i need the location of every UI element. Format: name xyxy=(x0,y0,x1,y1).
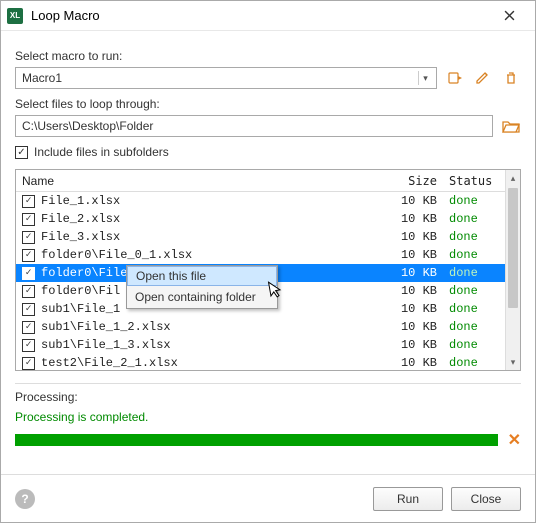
titlebar: XL Loop Macro xyxy=(1,1,535,31)
include-subfolders-label: Include files in subfolders xyxy=(34,145,169,159)
app-icon: XL xyxy=(7,8,23,24)
row-size: 10 KB xyxy=(393,320,443,334)
row-status: done xyxy=(443,212,505,226)
row-size: 10 KB xyxy=(393,284,443,298)
table-row[interactable]: ✓ folder0\File_0_1.xlsx10 KBdone xyxy=(16,246,505,264)
row-status: done xyxy=(443,356,505,370)
processing-status: Processing is completed. xyxy=(15,410,521,424)
row-checkbox[interactable]: ✓ xyxy=(22,339,35,352)
row-filename: sub1\File_1_2.xlsx xyxy=(41,320,393,334)
folder-path-value: C:\Users\Desktop\Folder xyxy=(22,119,153,133)
scroll-down-button[interactable]: ▾ xyxy=(506,354,520,370)
row-checkbox[interactable]: ✓ xyxy=(22,231,35,244)
table-row[interactable]: ✓ File_1.xlsx10 KBdone xyxy=(16,192,505,210)
row-filename: File_1.xlsx xyxy=(41,194,393,208)
run-selected-macro-button[interactable] xyxy=(445,68,465,88)
row-checkbox[interactable]: ✓ xyxy=(22,267,35,280)
row-checkbox[interactable]: ✓ xyxy=(22,249,35,262)
row-status: done xyxy=(443,248,505,262)
table-row[interactable]: ✓ File_2.xlsx10 KBdone xyxy=(16,210,505,228)
row-size: 10 KB xyxy=(393,212,443,226)
include-subfolders-checkbox[interactable]: ✓ xyxy=(15,146,28,159)
row-size: 10 KB xyxy=(393,266,443,280)
row-filename: folder0\File_0_1.xlsx xyxy=(41,248,393,262)
row-size: 10 KB xyxy=(393,338,443,352)
dialog-footer: ? Run Close xyxy=(1,474,535,522)
edit-macro-button[interactable] xyxy=(473,68,493,88)
scroll-up-button[interactable]: ▴ xyxy=(506,170,520,186)
row-status: done xyxy=(443,302,505,316)
row-checkbox[interactable]: ✓ xyxy=(22,213,35,226)
row-checkbox[interactable]: ✓ xyxy=(22,285,35,298)
divider xyxy=(15,383,521,384)
folder-path-input[interactable]: C:\Users\Desktop\Folder xyxy=(15,115,493,137)
column-size[interactable]: Size xyxy=(393,174,443,188)
table-row[interactable]: ✓ sub1\File_1_3.xlsx10 KBdone xyxy=(16,336,505,354)
context-menu-open-folder[interactable]: Open containing folder xyxy=(127,286,277,308)
row-checkbox[interactable]: ✓ xyxy=(22,195,35,208)
help-button[interactable]: ? xyxy=(15,489,35,509)
delete-macro-button[interactable] xyxy=(501,68,521,88)
macro-select-value: Macro1 xyxy=(22,71,62,85)
row-status: done xyxy=(443,320,505,334)
macro-select-label: Select macro to run: xyxy=(15,49,521,63)
row-filename: File_2.xlsx xyxy=(41,212,393,226)
column-status[interactable]: Status xyxy=(443,174,505,188)
row-status: done xyxy=(443,338,505,352)
row-size: 10 KB xyxy=(393,302,443,316)
chevron-down-icon: ▾ xyxy=(418,71,432,85)
row-status: done xyxy=(443,230,505,244)
context-menu: Open this file Open containing folder xyxy=(126,265,278,309)
row-checkbox[interactable]: ✓ xyxy=(22,303,35,316)
close-button[interactable]: Close xyxy=(451,487,521,511)
row-size: 10 KB xyxy=(393,194,443,208)
row-size: 10 KB xyxy=(393,356,443,370)
file-list-header: Name Size Status xyxy=(16,170,505,192)
row-status: done xyxy=(443,284,505,298)
row-filename: File_3.xlsx xyxy=(41,230,393,244)
table-row[interactable]: ✓ test2\File_2_1.xlsx10 KBdone xyxy=(16,354,505,370)
macro-select[interactable]: Macro1 ▾ xyxy=(15,67,437,89)
row-status: done xyxy=(443,194,505,208)
processing-label: Processing: xyxy=(15,390,521,404)
scrollbar[interactable]: ▴ ▾ xyxy=(505,170,520,370)
file-list: Name Size Status ✓File_1.xlsx10 KBdone✓F… xyxy=(15,169,521,371)
files-label: Select files to loop through: xyxy=(15,97,521,111)
column-name[interactable]: Name xyxy=(16,174,393,188)
row-size: 10 KB xyxy=(393,248,443,262)
row-status: done xyxy=(443,266,505,280)
browse-folder-button[interactable] xyxy=(501,116,521,136)
cancel-processing-button[interactable]: ✕ xyxy=(508,430,521,450)
dialog-body: Select macro to run: Macro1 ▾ Select fil… xyxy=(1,31,535,474)
row-checkbox[interactable]: ✓ xyxy=(22,321,35,334)
window-close-button[interactable] xyxy=(489,2,529,30)
progress-bar xyxy=(15,434,498,446)
row-size: 10 KB xyxy=(393,230,443,244)
scroll-thumb[interactable] xyxy=(508,188,518,308)
window-title: Loop Macro xyxy=(31,8,489,23)
context-menu-open-file[interactable]: Open this file xyxy=(127,266,277,286)
row-filename: sub1\File_1_3.xlsx xyxy=(41,338,393,352)
row-checkbox[interactable]: ✓ xyxy=(22,357,35,370)
table-row[interactable]: ✓ File_3.xlsx10 KBdone xyxy=(16,228,505,246)
dialog-window: XL Loop Macro Select macro to run: Macro… xyxy=(0,0,536,523)
row-filename: test2\File_2_1.xlsx xyxy=(41,356,393,370)
run-button[interactable]: Run xyxy=(373,487,443,511)
table-row[interactable]: ✓ sub1\File_1_2.xlsx10 KBdone xyxy=(16,318,505,336)
